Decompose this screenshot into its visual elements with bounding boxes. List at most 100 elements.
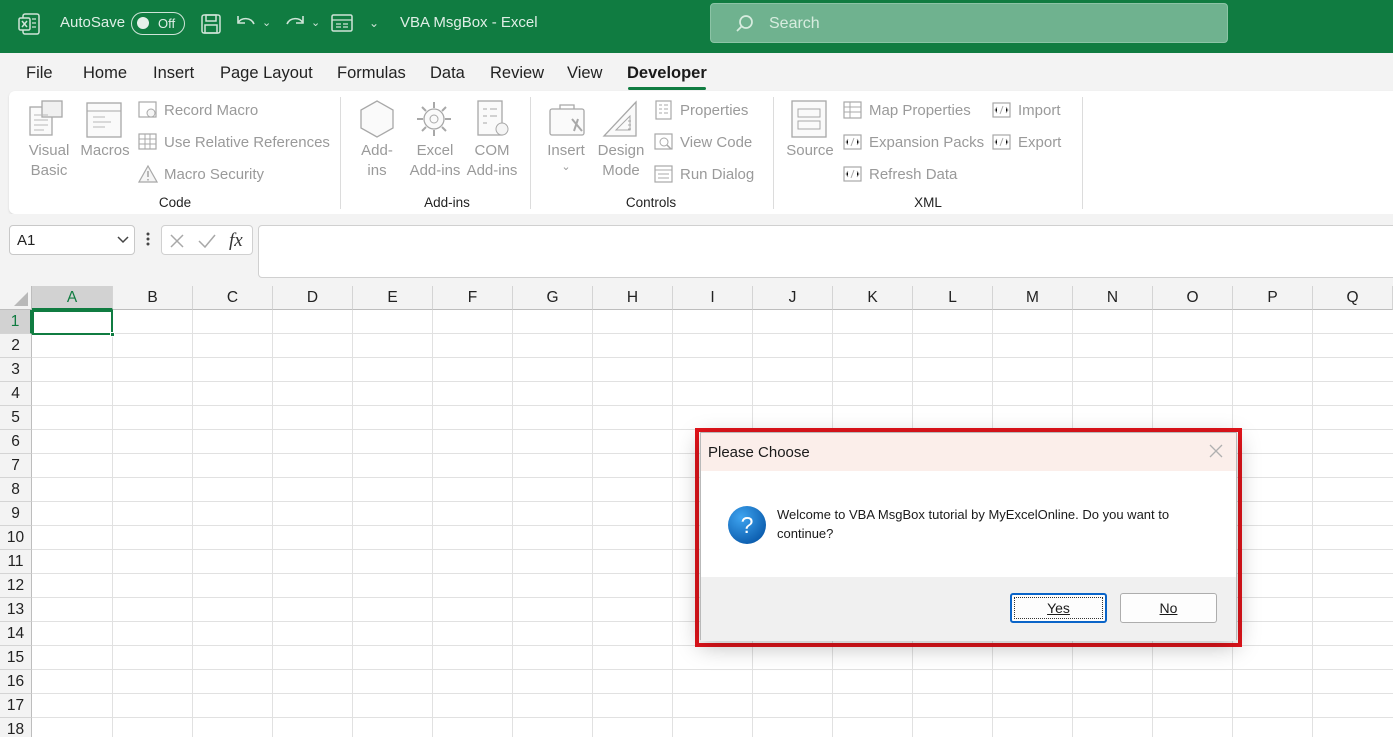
warning-icon (138, 164, 158, 183)
formula-input[interactable] (258, 225, 1393, 278)
tab-page-layout[interactable]: Page Layout (220, 64, 313, 83)
insert-controls-button[interactable]: Insert ⌄ (541, 141, 591, 173)
save-icon[interactable] (200, 13, 222, 35)
column-header[interactable]: K (833, 286, 913, 310)
undo-icon[interactable] (234, 12, 258, 34)
cancel-icon[interactable] (169, 233, 185, 249)
row-header[interactable]: 15 (0, 646, 32, 670)
map-properties-button[interactable]: Map Properties (843, 100, 971, 120)
column-header[interactable]: C (193, 286, 273, 310)
row-header[interactable]: 2 (0, 334, 32, 358)
name-box-dropdown-icon[interactable] (116, 232, 130, 249)
design-mode-button[interactable]: Design Mode (594, 141, 648, 181)
row-header[interactable]: 7 (0, 454, 32, 478)
add-ins-button[interactable]: Add- ins (353, 141, 401, 181)
visual-basic-icon (28, 99, 68, 141)
excel-app-icon[interactable] (17, 12, 41, 36)
column-header[interactable]: P (1233, 286, 1313, 310)
group-separator (773, 97, 774, 209)
search-box[interactable] (710, 3, 1228, 43)
column-header[interactable]: G (513, 286, 593, 310)
column-header[interactable]: J (753, 286, 833, 310)
refresh-data-button[interactable]: Refresh Data (843, 164, 957, 184)
undo-dropdown-icon[interactable]: ⌄ (262, 16, 271, 29)
insert-function-icon[interactable]: fx (228, 230, 248, 252)
tab-home[interactable]: Home (83, 64, 127, 83)
source-button[interactable]: Source (782, 141, 838, 161)
tab-review[interactable]: Review (490, 64, 544, 83)
tab-developer[interactable]: Developer (627, 64, 707, 83)
form-icon[interactable] (331, 13, 353, 33)
column-header[interactable]: I (673, 286, 753, 310)
row-header[interactable]: 14 (0, 622, 32, 646)
row-header[interactable]: 18 (0, 718, 32, 737)
com-add-ins-button[interactable]: COM Add-ins (464, 141, 520, 181)
record-macro-label: Record Macro (164, 101, 259, 119)
row-header[interactable]: 12 (0, 574, 32, 598)
excel-add-ins-icon (414, 99, 454, 143)
column-header[interactable]: L (913, 286, 993, 310)
row-header[interactable]: 6 (0, 430, 32, 454)
visual-basic-button[interactable]: Visual Basic (21, 141, 77, 181)
macro-security-button[interactable]: Macro Security (138, 164, 264, 184)
expansion-packs-label: Expansion Packs (869, 133, 985, 151)
row-header[interactable]: 9 (0, 502, 32, 526)
row-header[interactable]: 8 (0, 478, 32, 502)
row-header[interactable]: 5 (0, 406, 32, 430)
macros-button[interactable]: Macros (77, 141, 133, 161)
column-header[interactable]: Q (1313, 286, 1393, 310)
column-header[interactable]: F (433, 286, 513, 310)
use-relative-references-button[interactable]: Use Relative References (138, 132, 330, 152)
search-input[interactable] (769, 12, 1189, 36)
tab-view[interactable]: View (567, 64, 602, 83)
row-header[interactable]: 13 (0, 598, 32, 622)
row-header[interactable]: 10 (0, 526, 32, 550)
expansion-packs-button[interactable]: Expansion Packs (843, 132, 984, 152)
fill-handle[interactable] (110, 332, 115, 337)
column-header[interactable]: M (993, 286, 1073, 310)
row-header[interactable]: 3 (0, 358, 32, 382)
redo-icon[interactable] (283, 12, 307, 34)
more-options-icon[interactable] (145, 230, 151, 248)
import-button[interactable]: Import (992, 100, 1061, 120)
column-header[interactable]: O (1153, 286, 1233, 310)
properties-button[interactable]: Properties (654, 100, 748, 120)
properties-icon (655, 100, 672, 120)
com-add-ins-icon (474, 99, 512, 143)
tab-file[interactable]: File (26, 64, 53, 83)
run-dialog-button[interactable]: Run Dialog (654, 164, 754, 184)
redo-dropdown-icon[interactable]: ⌄ (311, 16, 320, 29)
yes-button[interactable]: Yes (1010, 593, 1107, 623)
active-cell-a1[interactable] (32, 310, 113, 335)
column-header[interactable]: H (593, 286, 673, 310)
dialog-title-bar[interactable]: Please Choose (701, 433, 1236, 471)
row-header[interactable]: 17 (0, 694, 32, 718)
row-header[interactable]: 16 (0, 670, 32, 694)
toggle-knob (137, 17, 149, 29)
enter-icon[interactable] (197, 233, 217, 249)
column-header[interactable]: D (273, 286, 353, 310)
import-label: Import (1018, 101, 1061, 119)
column-header[interactable]: N (1073, 286, 1153, 310)
tab-formulas[interactable]: Formulas (337, 64, 406, 83)
close-icon[interactable] (1207, 442, 1225, 460)
export-button[interactable]: Export (992, 132, 1061, 152)
autosave-toggle[interactable]: Off (131, 12, 185, 35)
tab-data[interactable]: Data (430, 64, 465, 83)
group-separator (1082, 97, 1083, 209)
customize-qat-icon[interactable]: ⌄ (369, 16, 379, 30)
column-header[interactable]: E (353, 286, 433, 310)
record-macro-button[interactable]: Record Macro (138, 100, 258, 120)
row-header[interactable]: 4 (0, 382, 32, 406)
name-box[interactable]: A1 (9, 225, 135, 255)
insert-controls-label: Insert (547, 142, 585, 159)
row-header[interactable]: 1 (0, 310, 32, 334)
tab-insert[interactable]: Insert (153, 64, 194, 83)
excel-add-ins-button[interactable]: Excel Add-ins (407, 141, 463, 181)
column-header[interactable]: A (32, 286, 113, 310)
select-all-button[interactable] (0, 286, 32, 310)
view-code-button[interactable]: View Code (654, 132, 752, 152)
column-header[interactable]: B (113, 286, 193, 310)
no-button[interactable]: No (1120, 593, 1217, 623)
row-header[interactable]: 11 (0, 550, 32, 574)
